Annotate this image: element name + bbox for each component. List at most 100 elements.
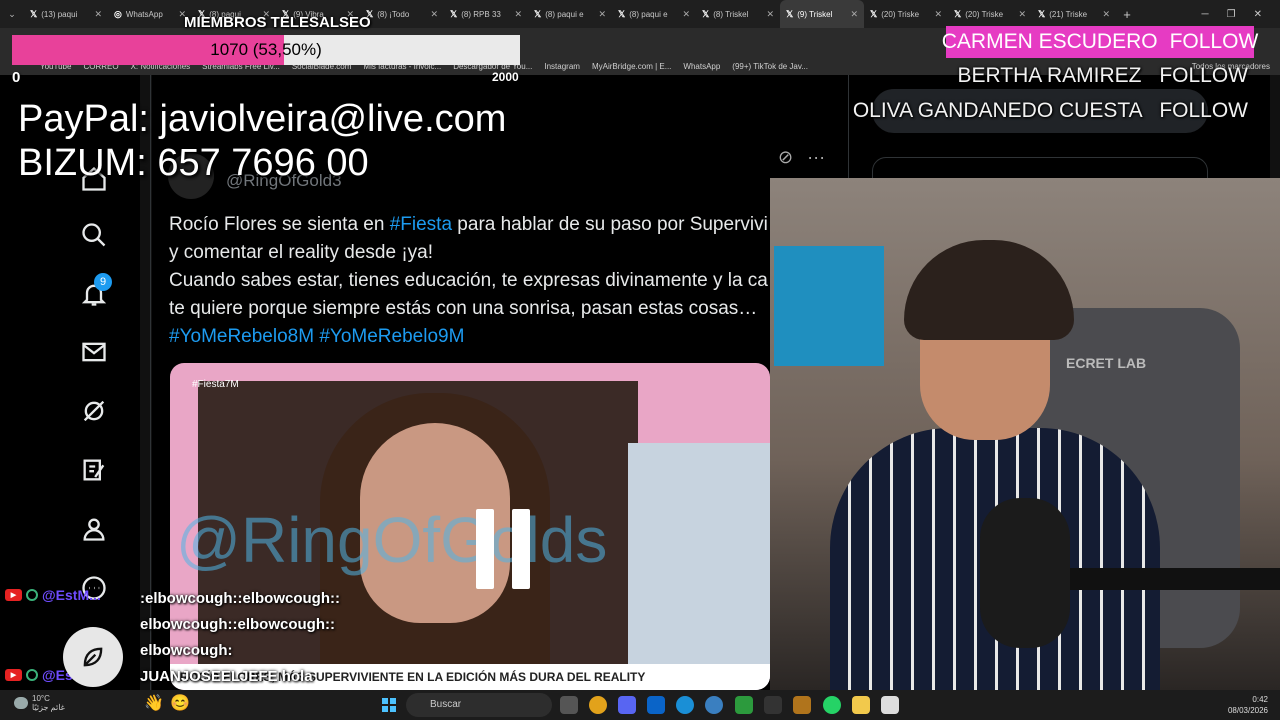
tweet-line: y comentar el reality desde ¡ya! <box>169 239 769 267</box>
browser-tab[interactable]: 𝕏 (9) Triskel ✕ <box>780 0 864 28</box>
obs-icon[interactable] <box>764 696 782 714</box>
tweet-line: #YoMeRebelo8M #YoMeRebelo9M <box>169 323 769 351</box>
tab-close-icon[interactable]: ✕ <box>766 9 774 20</box>
bookmark-item[interactable]: WhatsApp <box>683 62 720 71</box>
video-watermark: @RingOfGolds <box>176 504 608 576</box>
follow-row: BERTHA RAMIREZ FOLLOW <box>957 64 1248 88</box>
clock-date: 08/03/2026 <box>1227 706 1268 715</box>
chat-messages: :elbowcough::elbowcough::elbowcough::elb… <box>140 586 340 690</box>
camtasia-icon[interactable] <box>735 696 753 714</box>
hashtag-link[interactable]: #YoMeRebelo8M <box>169 326 314 347</box>
browser-tab[interactable]: 𝕏 (8) paqui e ✕ <box>612 0 696 28</box>
wave-icon[interactable]: 👋 <box>144 693 164 713</box>
bizum-text: BIZUM: 657 7696 00 <box>18 142 369 184</box>
app-icon[interactable] <box>793 696 811 714</box>
grok-icon[interactable]: ⊘ <box>778 147 793 168</box>
tweet-line: te quiere porque siempre estás con una s… <box>169 295 769 323</box>
youtube-icon: ▶ <box>5 669 22 681</box>
globe-icon[interactable] <box>705 696 723 714</box>
goal-label: 1070 (53,50%) <box>210 40 322 59</box>
x-logo-icon: 𝕏 <box>30 8 38 19</box>
taskbar-search[interactable]: Buscar <box>406 693 552 717</box>
browser-tab[interactable]: ◎ WhatsApp ✕ <box>108 0 192 28</box>
smile-icon[interactable]: 😊 <box>170 693 190 713</box>
folder-icon[interactable] <box>852 696 870 714</box>
bookmark-item[interactable]: Instagram <box>544 62 580 71</box>
chat-user-row: ▶ @EstM... <box>5 587 101 603</box>
snipping-icon[interactable] <box>881 696 899 714</box>
browser-tab[interactable]: 𝕏 (8) ¡Todo ✕ <box>360 0 444 28</box>
clock[interactable]: 0:42 08/03/2026 <box>1224 694 1268 716</box>
tab-close-icon[interactable]: ✕ <box>598 9 606 20</box>
tab-label: (8) ¡Todo <box>377 9 410 19</box>
video-tag: #Fiesta7M <box>192 379 239 390</box>
browser-tab[interactable]: 𝕏 (8) RPB 33 ✕ <box>444 0 528 28</box>
tweet-segment: Rocío Flores se sienta en <box>169 214 390 235</box>
x-logo-icon: 𝕏 <box>450 8 458 19</box>
browser-tab[interactable]: 𝕏 (20) Triske ✕ <box>864 0 948 28</box>
tweet-segment: te quiere porque siempre estás con una s… <box>169 298 758 319</box>
tab-label: (13) paqui <box>41 9 78 19</box>
discord-icon[interactable] <box>618 696 636 714</box>
weather-temp: 10°C <box>32 694 50 703</box>
profile-icon[interactable] <box>78 513 110 545</box>
whatsapp-icon[interactable] <box>823 696 841 714</box>
tab-close-icon[interactable]: ✕ <box>1018 9 1026 20</box>
bookmark-item[interactable]: MyAirBridge.com | E... <box>592 62 671 71</box>
tab-close-icon[interactable]: ✕ <box>94 9 102 20</box>
tab-close-icon[interactable]: ✕ <box>850 9 858 20</box>
edge-icon[interactable] <box>676 696 694 714</box>
taskbar: 10°C غائم جزئيًا 👋 😊 Buscar 0:42 08/03/2… <box>0 690 1280 720</box>
member-icon <box>26 669 38 681</box>
tab-label: (9) Triskel <box>797 9 833 19</box>
weather-widget[interactable]: 10°C غائم جزئيًا <box>14 694 65 712</box>
tab-close-icon[interactable]: ✕ <box>1102 9 1110 20</box>
pause-icon[interactable] <box>468 509 538 589</box>
webcam-monitor <box>774 246 884 366</box>
more-options-icon[interactable]: ··· <box>807 147 825 168</box>
member-icon <box>26 589 38 601</box>
browser-tab[interactable]: 𝕏 (8) paqui e ✕ <box>528 0 612 28</box>
tab-label: (8) RPB 33 <box>461 9 501 19</box>
youtube-icon: ▶ <box>5 589 22 601</box>
new-tab-button[interactable]: + <box>1116 7 1138 22</box>
browser-tab[interactable]: 𝕏 (21) Triske ✕ <box>1032 0 1116 28</box>
close-window-icon[interactable]: ✕ <box>1254 9 1262 20</box>
task-view-icon[interactable] <box>560 696 578 714</box>
chat-username: @EstM... <box>42 587 101 603</box>
tweet-segment: para hablar de su paso por Supervivi <box>452 214 768 235</box>
bookmark-item[interactable]: (99+) TikTok de Jav... <box>732 62 808 71</box>
search-icon[interactable] <box>78 219 110 251</box>
tweet-text: Rocío Flores se sienta en #Fiesta para h… <box>169 211 769 351</box>
tab-label: WhatsApp <box>125 9 163 19</box>
follow-name: OLIVA GANDANEDO CUESTA <box>852 99 1142 122</box>
screen: ⌄ 𝕏 (13) paqui ✕ ◎ WhatsApp ✕ 𝕏 (8) paqui ✕ 𝕏 (9) … <box>0 0 1280 720</box>
x-logo-icon: 𝕏 <box>954 8 962 19</box>
chrome-icon[interactable] <box>589 696 607 714</box>
restore-icon[interactable]: ❐ <box>1227 9 1236 20</box>
tab-close-icon[interactable]: ✕ <box>430 9 438 20</box>
grok-icon[interactable] <box>78 395 110 427</box>
tab-label: (21) Triske <box>1049 9 1088 19</box>
tab-close-icon[interactable]: ✕ <box>514 9 522 20</box>
start-icon[interactable] <box>382 698 396 712</box>
compose-icon[interactable] <box>78 454 110 486</box>
tab-label: (8) Triskel <box>713 9 749 19</box>
tab-close-icon[interactable]: ✕ <box>682 9 690 20</box>
tab-label: (20) Triske <box>965 9 1004 19</box>
tab-close-icon[interactable]: ✕ <box>934 9 942 20</box>
outlook-icon[interactable] <box>647 696 665 714</box>
minimize-icon[interactable]: ─ <box>1202 9 1209 20</box>
browser-tab[interactable]: 𝕏 (8) Triskel ✕ <box>696 0 780 28</box>
grok-button[interactable] <box>63 627 123 687</box>
hashtag-link[interactable]: #YoMeRebelo9M <box>319 326 464 347</box>
tab-search-icon[interactable]: ⌄ <box>0 9 24 20</box>
browser-tab[interactable]: 𝕏 (20) Triske ✕ <box>948 0 1032 28</box>
hashtag-link[interactable]: #Fiesta <box>390 214 452 235</box>
browser-tab[interactable]: 𝕏 (13) paqui ✕ <box>24 0 108 28</box>
mail-icon[interactable] <box>78 336 110 368</box>
x-logo-icon: 𝕏 <box>702 8 710 19</box>
post-actions: ⊘ ··· <box>778 147 825 168</box>
right-column-divider <box>848 75 849 180</box>
follow-name: BERTHA RAMIREZ <box>957 64 1142 87</box>
